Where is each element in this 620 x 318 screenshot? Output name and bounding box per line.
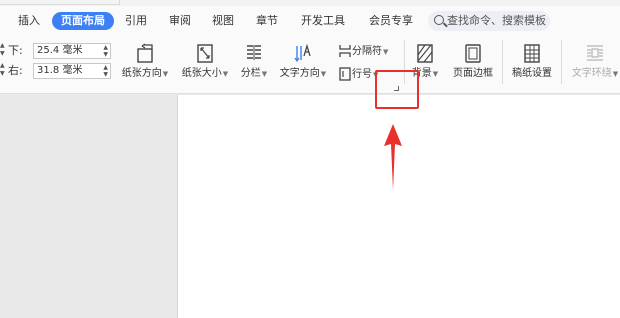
text-wrap-icon [587,45,603,61]
margin-right-row: ▲ ▼ 右: 31.8 毫米 ▲ ▼ [0,62,114,80]
margin-bottom-row: ▲ ▼ 下: 25.4 毫米 ▲ ▼ [0,42,114,60]
text-direction-icon [294,43,311,63]
columns-icon [247,45,261,60]
margin-right-value: 31.8 毫米 [37,65,83,76]
orientation-label: 纸张方向 [121,68,162,79]
page-border-label: 页面边框 [453,68,493,79]
orientation-button[interactable]: 纸张方向▼ [118,42,172,79]
orientation-icon [137,43,153,63]
tab-view[interactable]: 视图 [212,12,234,30]
tab-insert[interactable]: 插入 [18,12,40,30]
margin-bottom-label: 下: [8,44,23,57]
dropdown-caret-icon: ▼ [432,70,439,78]
dropdown-caret-icon: ▼ [320,70,327,78]
margin-bottom-input[interactable]: 25.4 毫米 ▲ ▼ [33,43,111,59]
command-search[interactable]: 查找命令、搜索模板 [428,11,550,31]
columns-label: 分栏 [240,68,261,79]
page-border-button[interactable]: 页面边框 [448,42,498,79]
tab-developer[interactable]: 开发工具 [301,12,345,30]
dropdown-caret-icon: ▼ [383,48,389,56]
breaks-button[interactable]: 分隔符▼ [338,42,388,58]
spinner-icon[interactable]: ▲ ▼ [103,44,108,58]
tab-membership[interactable]: 会员专享 [369,12,413,30]
text-wrap-button[interactable]: 文字环绕▼ [567,42,620,79]
spin-arrows-icon[interactable]: ▲ ▼ [0,42,6,58]
breaks-icon [339,45,351,57]
dropdown-caret-icon: ▼ [222,70,229,78]
line-numbers-label: 行号 [352,69,372,80]
annotation-arrow-icon [384,124,402,190]
search-placeholder: 查找命令、搜索模板 [447,14,546,27]
search-icon [434,15,444,25]
paper-size-icon [197,44,213,63]
text-direction-button[interactable]: 文字方向▼ [276,42,330,79]
spin-arrows-icon[interactable]: ▲ ▼ [0,62,6,78]
spinner-icon[interactable]: ▲ ▼ [103,64,108,78]
tab-chapter[interactable]: 章节 [256,12,278,30]
breaks-label: 分隔符 [352,46,382,57]
tab-page-layout[interactable]: 页面布局 [52,12,114,30]
text-direction-label: 文字方向 [279,68,320,79]
ribbon-tabs: 插入 页面布局 引用 审阅 视图 章节 开发工具 会员专享 查找命令、搜索模板 [0,6,620,34]
dropdown-caret-icon: ▼ [612,70,619,78]
paper-size-button[interactable]: 纸张大小▼ [178,42,232,79]
dropdown-caret-icon: ▼ [261,70,268,78]
text-wrap-label: 文字环绕 [571,68,612,79]
manuscript-label: 稿纸设置 [512,68,552,79]
manuscript-settings-button[interactable]: 稿纸设置 [507,42,557,79]
paper-size-label: 纸张大小 [181,68,222,79]
page-border-icon [465,44,481,63]
line-numbers-icon [339,67,351,81]
background-icon [417,44,433,63]
dropdown-caret-icon: ▼ [162,70,169,78]
title-strip-segment [0,0,120,5]
columns-button[interactable]: 分栏▼ [237,42,271,79]
ribbon-panel: ▲ ▼ 下: 25.4 毫米 ▲ ▼ ▲ ▼ 右: 31.8 毫米 ▲ ▼ 纸张方向▼ 纸张… [0,34,620,94]
margin-bottom-value: 25.4 毫米 [37,45,83,56]
margin-right-label: 右: [8,64,23,77]
ribbon-separator [502,40,503,84]
manuscript-grid-icon [524,44,540,63]
margin-right-input[interactable]: 31.8 毫米 ▲ ▼ [33,63,111,79]
line-numbers-button[interactable]: 行号▼ [338,65,378,81]
page-setup-dialog-launcher-icon[interactable] [394,86,399,91]
ribbon-separator [561,40,562,84]
tab-references[interactable]: 引用 [125,12,147,30]
tab-review[interactable]: 审阅 [169,12,191,30]
